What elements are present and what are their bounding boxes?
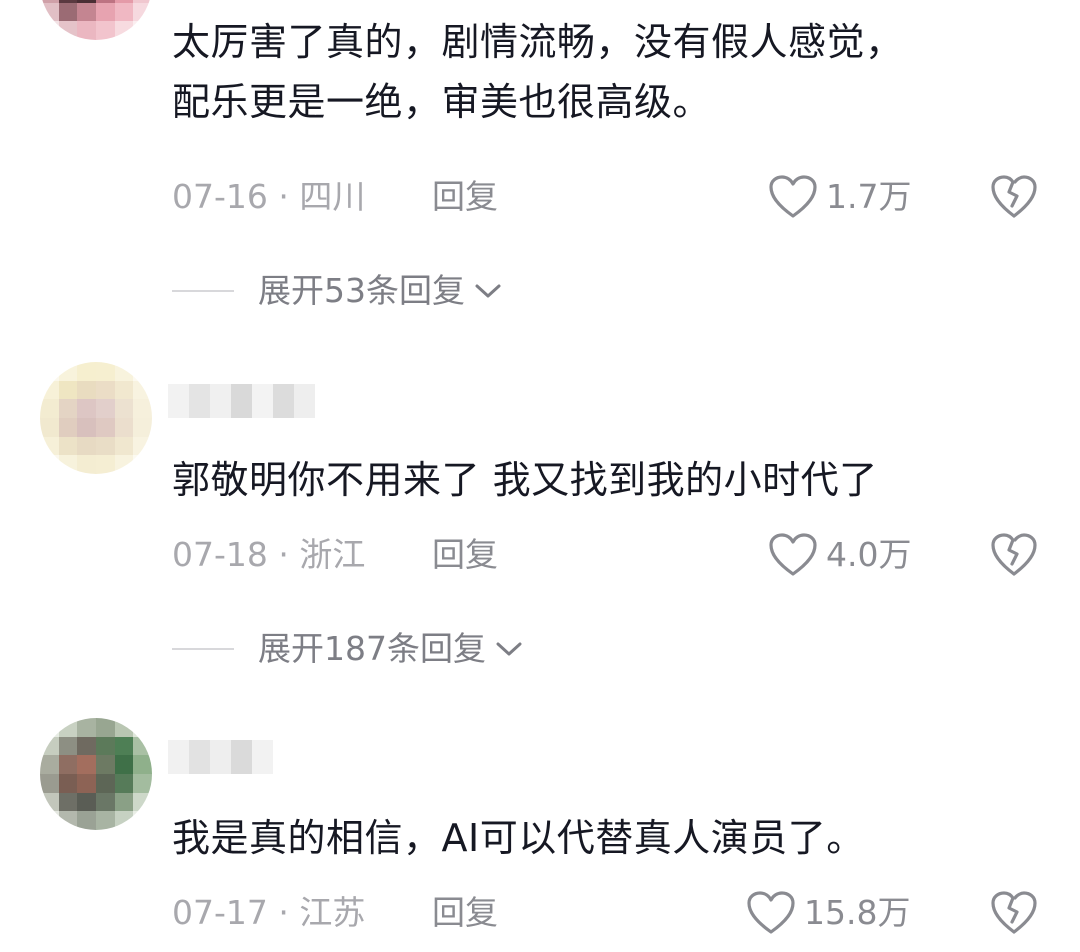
comment-meta: 07-16 · 四川 回复 1.7万 [172,172,1052,222]
like-button[interactable]: 4.0万 [768,530,911,580]
like-count: 4.0万 [826,535,912,574]
date-location: 07-17 · 江苏 [172,893,366,932]
avatar[interactable] [40,362,152,474]
reply-button[interactable]: 回复 [432,172,498,222]
dislike-button[interactable] [990,890,1038,944]
broken-heart-icon [991,533,1037,576]
like-button[interactable]: 15.8万 [746,888,910,938]
like-count: 1.7万 [826,177,912,216]
comment-text-line: 配乐更是一绝，审美也很高级。 [172,80,712,124]
comment-text-line: 我是真的相信，AI可以代替真人演员了。 [172,816,865,860]
expand-replies[interactable]: 展开53条回复 [172,266,503,316]
comment-text: 我是真的相信，AI可以代替真人演员了。 [172,808,1052,868]
expand-replies-label: 展开53条回复 [258,271,465,310]
date-location: 07-18 · 浙江 [172,535,366,574]
expand-divider [172,290,234,292]
username[interactable] [168,384,315,418]
comment-text: 郭敬明你不用来了 我又找到我的小时代了 [172,450,1052,510]
reply-button[interactable]: 回复 [432,530,498,580]
reply-button[interactable]: 回复 [432,888,498,938]
date-location: 07-16 · 四川 [172,177,366,216]
like-button[interactable]: 1.7万 [768,172,911,222]
broken-heart-icon [991,175,1037,218]
avatar[interactable] [40,718,152,830]
expand-replies-label: 展开187条回复 [258,629,486,668]
broken-heart-icon [991,891,1037,934]
dislike-button[interactable] [990,174,1038,228]
comment-text-line: 太厉害了真的，剧情流畅，没有假人感觉， [172,20,904,64]
chevron-down-icon [496,642,522,656]
username[interactable] [168,740,273,774]
comment-meta: 07-18 · 浙江 回复 4.0万 [172,530,1052,580]
comment-text-line: 郭敬明你不用来了 我又找到我的小时代了 [172,458,878,502]
expand-divider [172,648,234,650]
heart-outline-icon [769,533,817,576]
heart-outline-icon [747,891,795,934]
comment-meta: 07-17 · 江苏 回复 15.8万 [172,888,1052,938]
like-count: 15.8万 [804,893,911,932]
avatar[interactable] [40,0,152,40]
dislike-button[interactable] [990,532,1038,586]
expand-replies[interactable]: 展开187条回复 [172,624,524,674]
comment-text: 太厉害了真的，剧情流畅，没有假人感觉， 配乐更是一绝，审美也很高级。 [172,12,1052,132]
chevron-down-icon [475,284,501,298]
heart-outline-icon [769,175,817,218]
